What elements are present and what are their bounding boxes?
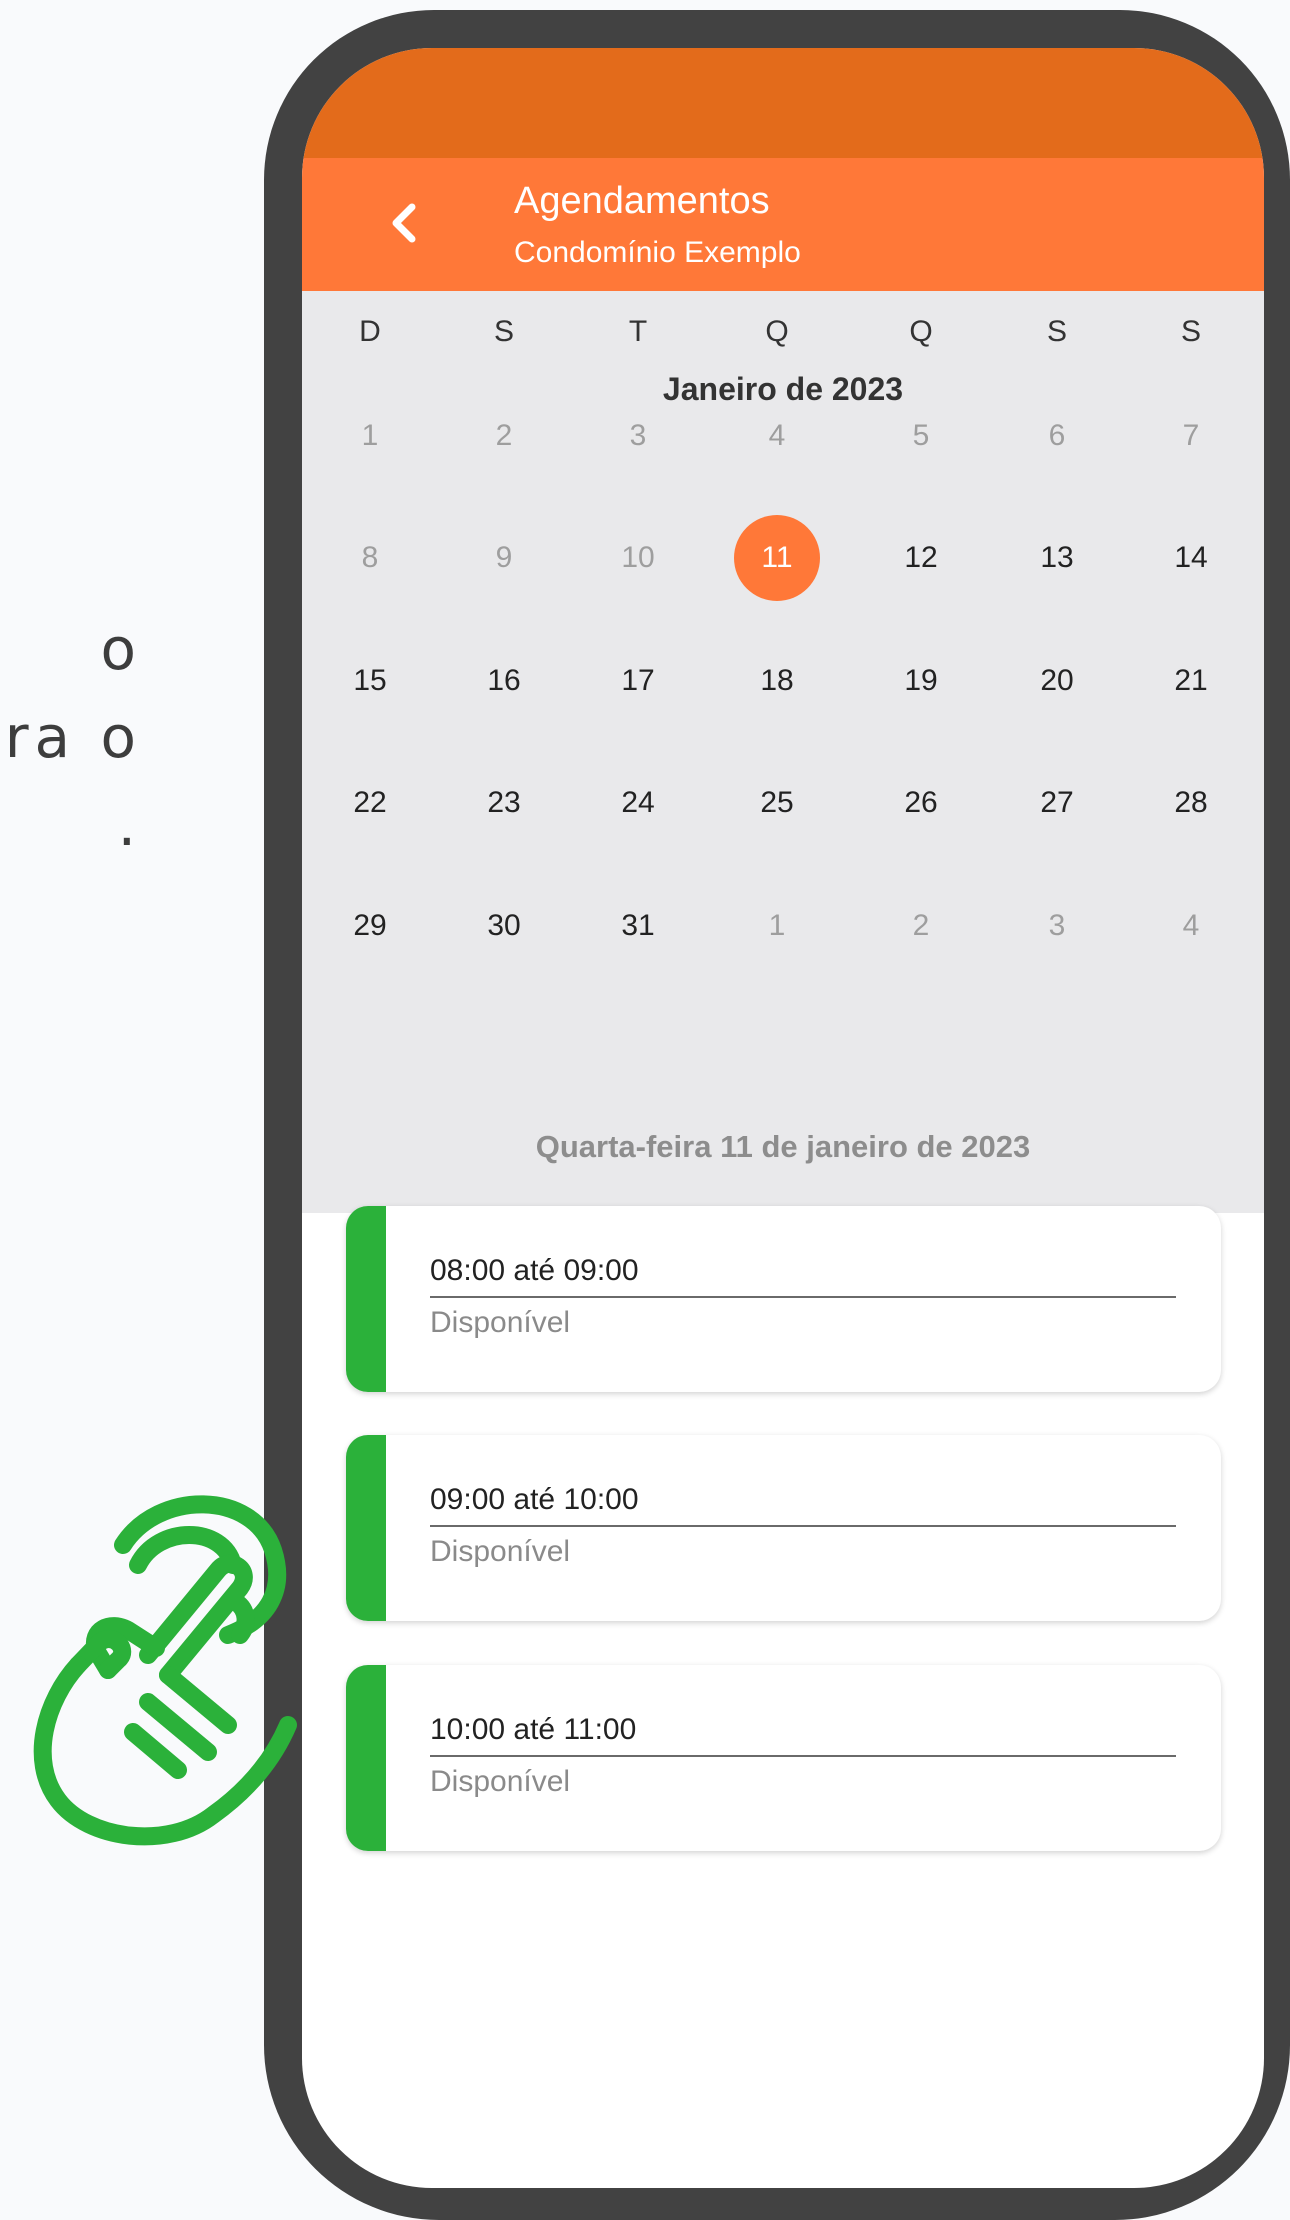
calendar-day[interactable]: 25 <box>732 786 822 820</box>
calendar-day[interactable]: 24 <box>593 786 683 820</box>
promo-line-3: . <box>117 791 142 859</box>
selected-date-label: Quarta-feira 11 de janeiro de 2023 <box>535 1129 1031 1164</box>
slot-time: 09:00 até 10:00 <box>430 1483 1176 1527</box>
weekday-label: D <box>359 315 381 348</box>
calendar-day: 9 <box>495 541 513 574</box>
page-subtitle: Condomínio Exemplo <box>514 236 801 269</box>
calendar-day[interactable]: 15 <box>325 664 415 698</box>
phone-screen: Agendamentos Condomínio Exemplo DSTQQSS … <box>302 48 1264 2188</box>
chevron-left-icon <box>392 203 416 243</box>
back-button[interactable] <box>372 191 436 255</box>
calendar-day: 8 <box>361 541 379 574</box>
slot-time: 08:00 até 09:00 <box>430 1254 1176 1298</box>
availability-indicator <box>346 1665 386 1851</box>
calendar-day: 4 <box>768 419 786 452</box>
promo-text: o ra o . <box>0 580 270 940</box>
calendar-day: 3 <box>629 419 647 452</box>
calendar-day[interactable]: 31 <box>593 909 683 943</box>
calendar-day[interactable]: 16 <box>459 664 549 698</box>
calendar-day[interactable]: 17 <box>593 664 683 698</box>
availability-indicator <box>346 1206 386 1392</box>
calendar-day: 6 <box>1048 419 1066 452</box>
hand-tap-icon <box>33 1495 297 1846</box>
calendar-day[interactable]: 14 <box>1146 541 1236 575</box>
calendar-day[interactable]: 21 <box>1146 664 1236 698</box>
calendar-day[interactable]: 30 <box>459 909 549 943</box>
promo-line-2: ra o <box>4 703 142 771</box>
calendar-day[interactable]: 26 <box>876 786 966 820</box>
calendar-day[interactable]: 12 <box>876 541 966 575</box>
availability-indicator <box>346 1435 386 1621</box>
calendar-day[interactable]: 19 <box>876 664 966 698</box>
calendar: DSTQQSS Janeiro de 2023 1 2 3 4 5 6 7 8 9 10 11 12 1… <box>302 291 1264 1213</box>
calendar-day[interactable]: 13 <box>1012 541 1102 575</box>
calendar-day: 7 <box>1182 419 1200 452</box>
calendar-day: 2 <box>495 419 513 452</box>
calendar-day: 5 <box>912 419 930 452</box>
calendar-day: 3 <box>1048 909 1066 942</box>
app-bar: Agendamentos Condomínio Exemplo <box>302 158 1264 291</box>
slot-status: Disponível <box>430 1306 571 1339</box>
page-title: Agendamentos <box>514 180 770 222</box>
weekday-label: S <box>1180 315 1201 348</box>
calendar-day-selected[interactable]: 11 <box>734 515 820 601</box>
calendar-day: 2 <box>912 909 930 942</box>
status-bar <box>302 48 1264 158</box>
calendar-day[interactable]: 20 <box>1012 664 1102 698</box>
calendar-day[interactable]: 27 <box>1012 786 1102 820</box>
slot-time: 10:00 até 11:00 <box>430 1713 1176 1757</box>
time-slot-card[interactable]: 10:00 até 11:00 Disponível <box>346 1665 1221 1851</box>
calendar-day[interactable]: 28 <box>1146 786 1236 820</box>
calendar-day[interactable]: 29 <box>325 909 415 943</box>
calendar-day: 10 <box>621 541 655 574</box>
calendar-day[interactable]: 23 <box>459 786 549 820</box>
weekday-label: T <box>628 315 648 348</box>
calendar-day[interactable]: 18 <box>732 664 822 698</box>
weekday-label: S <box>1046 315 1067 348</box>
calendar-day: 4 <box>1182 909 1200 942</box>
time-slot-card[interactable]: 09:00 até 10:00 Disponível <box>346 1435 1221 1621</box>
weekday-label: S <box>493 315 514 348</box>
calendar-day: 1 <box>361 419 379 452</box>
calendar-day: 1 <box>768 909 786 942</box>
month-title: Janeiro de 2023 <box>662 371 904 407</box>
calendar-day[interactable]: 22 <box>325 786 415 820</box>
promo-line-1: o <box>100 615 142 683</box>
time-slot-card[interactable]: 08:00 até 09:00 Disponível <box>346 1206 1221 1392</box>
weekday-label: Q <box>765 315 789 348</box>
weekday-label: Q <box>909 315 933 348</box>
slot-status: Disponível <box>430 1765 571 1798</box>
slot-status: Disponível <box>430 1535 571 1568</box>
